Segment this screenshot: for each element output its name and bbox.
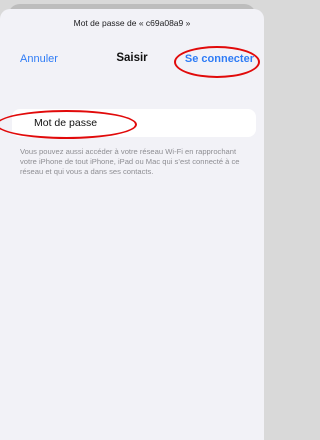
annotation-circle-connect	[174, 46, 260, 78]
password-sheet: Mot de passe de « c69a08a9 » Annuler Sai…	[0, 9, 264, 440]
help-text: Vous pouvez aussi accéder à votre réseau…	[20, 147, 240, 176]
sheet-title: Mot de passe de « c69a08a9 »	[73, 18, 191, 28]
annotation-circle-field	[0, 110, 137, 139]
